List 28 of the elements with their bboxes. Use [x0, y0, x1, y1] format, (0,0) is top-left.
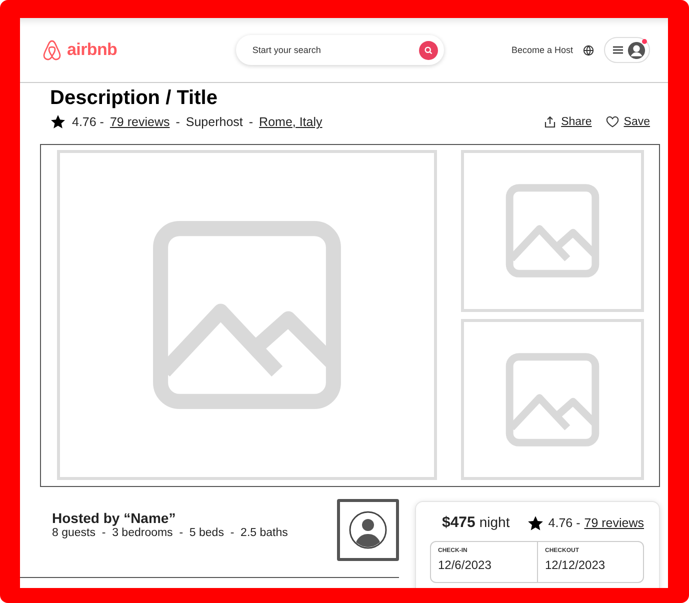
separator-text: -	[248, 115, 254, 129]
rating-text: 4.76 -	[548, 516, 580, 530]
become-host-link[interactable]: Become a Host	[511, 45, 573, 55]
globe-icon[interactable]	[583, 44, 594, 56]
listing-details: 8 guests - 3 bedrooms - 5 beds - 2.5 baths	[52, 527, 288, 539]
person-icon	[348, 510, 388, 550]
menu-icon	[613, 46, 623, 54]
listing-title: Description / Title	[50, 87, 218, 110]
price-text: $475 night	[442, 514, 510, 532]
star-icon	[527, 514, 544, 532]
host-title: Hosted by “Name”	[52, 510, 177, 526]
search-button[interactable]	[419, 40, 438, 60]
separator-text: -	[176, 115, 180, 129]
search-field[interactable]: Start your search	[236, 35, 444, 65]
save-link[interactable]: Save	[606, 116, 650, 128]
logo-icon	[42, 39, 62, 61]
location-link[interactable]: Rome, Italy	[259, 115, 322, 129]
share-link[interactable]: Share	[544, 116, 592, 128]
user-menu-button[interactable]	[604, 37, 650, 63]
reviews-link[interactable]: 79 reviews	[584, 516, 644, 530]
star-icon	[50, 114, 66, 130]
share-icon	[544, 116, 556, 128]
heart-icon	[606, 116, 619, 128]
rating-text: 4.76 -	[72, 115, 104, 129]
search-icon	[424, 46, 434, 54]
superhost-text: Superhost	[186, 115, 243, 129]
avatar-icon	[627, 40, 646, 60]
reviews-link[interactable]: 79 reviews	[110, 115, 170, 129]
